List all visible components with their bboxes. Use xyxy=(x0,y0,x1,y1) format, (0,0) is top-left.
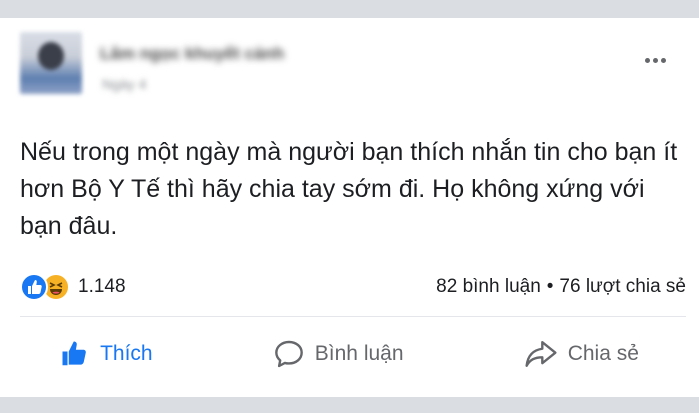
engagement-summary: 82 bình luận • 76 lượt chia sẻ xyxy=(436,272,686,302)
reaction-count: 1.148 xyxy=(78,276,126,297)
comments-count-link[interactable]: 82 bình luận xyxy=(436,276,541,298)
post-text: Nếu trong một ngày mà người bạn thích nh… xyxy=(20,138,678,240)
post-card: Lâm ngọc khuyết cảnh Ngày 4 Nếu trong mộ… xyxy=(0,18,699,397)
post-header: Lâm ngọc khuyết cảnh Ngày 4 xyxy=(20,32,680,108)
separator-dot: • xyxy=(546,276,554,297)
like-reaction-icon xyxy=(20,273,48,301)
share-label: Chia sẻ xyxy=(567,342,639,365)
more-dot xyxy=(652,57,658,63)
like-label: Thích xyxy=(100,342,153,365)
post-stats: 1.148 82 bình luận • 76 lượt chia sẻ xyxy=(20,272,686,302)
comment-label: Bình luận xyxy=(314,342,404,365)
share-button[interactable]: Chia sẻ xyxy=(508,332,655,376)
more-options-icon[interactable] xyxy=(638,50,672,70)
avatar[interactable] xyxy=(20,32,82,94)
comment-bubble-icon xyxy=(274,340,303,368)
more-dot xyxy=(660,57,666,63)
share-arrow-icon xyxy=(525,341,557,367)
more-dot xyxy=(644,57,650,63)
reactions-summary[interactable]: 1.148 xyxy=(20,272,126,302)
thumbs-up-icon xyxy=(62,341,86,366)
author-name[interactable]: Lâm ngọc khuyết cảnh xyxy=(100,44,284,66)
shares-count-link[interactable]: 76 lượt chia sẻ xyxy=(559,276,686,298)
like-button[interactable]: Thích xyxy=(44,333,169,375)
post-timestamp[interactable]: Ngày 4 xyxy=(102,76,146,92)
action-bar: Thích Bình luận Chia sẻ xyxy=(0,328,699,380)
divider xyxy=(20,316,686,317)
comment-button[interactable]: Bình luận xyxy=(257,332,420,376)
